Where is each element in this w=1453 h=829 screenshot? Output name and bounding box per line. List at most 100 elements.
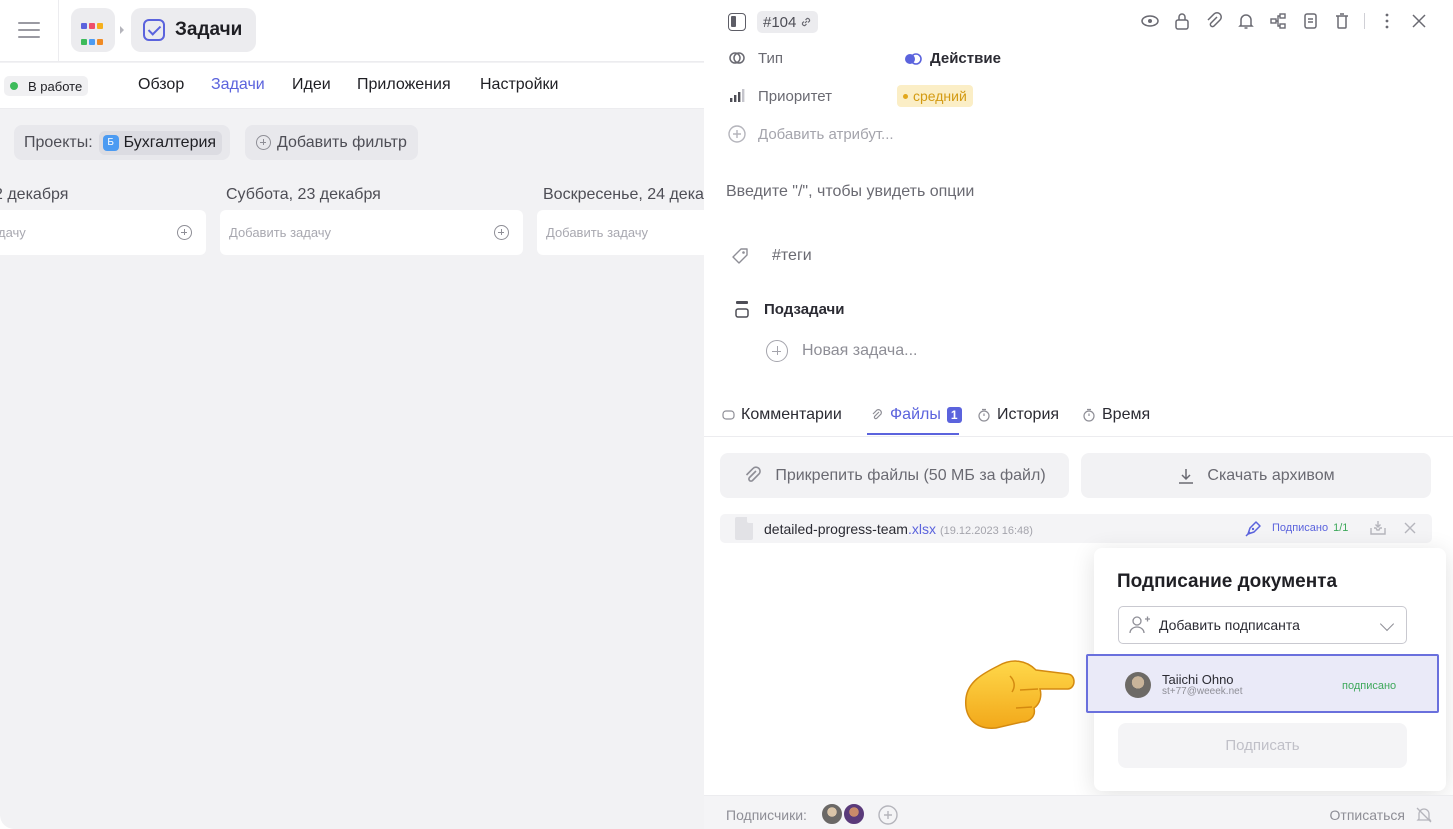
download-icon (1179, 468, 1194, 484)
trash-icon[interactable] (1332, 11, 1352, 31)
tab-label: Время (1102, 406, 1151, 423)
subtasks-title: Подзадачи (764, 300, 845, 318)
close-icon[interactable] (1409, 11, 1429, 31)
signer-email: st+77@weeek.net (1162, 686, 1243, 697)
paperclip-icon (872, 409, 882, 420)
download-archive-button[interactable]: Скачать архивом (1081, 453, 1431, 498)
signing-popover: Подписание документа Добавить подписанта… (1086, 548, 1446, 791)
add-task-placeholder: Добавить задачу (546, 225, 649, 240)
plus-circle-icon (256, 135, 271, 150)
tab-settings[interactable]: Настройки (480, 76, 558, 94)
bell-icon[interactable] (1236, 11, 1256, 31)
tab-files[interactable]: Файлы 1 (870, 402, 962, 428)
type-value[interactable]: Действие (904, 50, 1001, 67)
project-tag[interactable]: Б Бухгалтерия (98, 130, 223, 155)
signer-status: подписано (1342, 680, 1397, 692)
attr-priority[interactable]: Приоритет (728, 87, 832, 105)
description-editor[interactable]: Введите "/", чтобы увидеть опции (726, 183, 974, 201)
type-value-label: Действие (930, 50, 1001, 67)
link-icon (802, 17, 811, 27)
download-tray-icon[interactable] (1368, 518, 1388, 538)
apps-grid-button[interactable] (71, 8, 115, 52)
action-type-icon (905, 52, 922, 65)
tab-label: Комментарии (741, 406, 842, 423)
copy-icon[interactable] (1300, 11, 1320, 31)
plus-circle-icon (728, 125, 746, 143)
tab-comments[interactable]: Комментарии (722, 402, 842, 428)
eye-icon[interactable] (1140, 11, 1160, 31)
add-user-icon (1129, 616, 1150, 634)
sign-button[interactable]: Подписать (1118, 723, 1407, 768)
add-signer-label: Добавить подписанта (1159, 617, 1300, 633)
tab-overview[interactable]: Обзор (138, 76, 184, 94)
avatar (1125, 672, 1151, 698)
signer-name: Taiichi Ohno (1162, 672, 1234, 687)
file-name[interactable]: detailed-progress-team.xlsx (19.12.2023 1… (764, 521, 1033, 537)
tab-tasks[interactable]: Задачи (211, 76, 265, 94)
tab-ideas[interactable]: Идеи (292, 76, 331, 94)
attach-files-label: Прикрепить файлы (50 МБ за файл) (775, 466, 1046, 484)
tab-apps[interactable]: Приложения (357, 76, 451, 94)
popover-title: Подписание документа (1117, 571, 1338, 592)
tab-time[interactable]: Время (1082, 402, 1150, 428)
signal-bars-icon (728, 87, 746, 105)
plus-circle-icon[interactable] (494, 225, 509, 240)
project-badge: Б (102, 134, 119, 151)
subtasks-icon (735, 301, 749, 318)
add-attribute-button[interactable]: Добавить атрибут... (728, 125, 894, 143)
more-vertical-icon[interactable] (1377, 11, 1397, 31)
unsubscribe-button[interactable]: Отписаться (1330, 807, 1405, 823)
task-id-label: #104 (763, 13, 797, 31)
status-badge[interactable]: В работе (4, 76, 89, 96)
lock-icon[interactable] (1172, 11, 1192, 31)
attr-label: Тип (758, 49, 784, 67)
new-subtask-button[interactable]: Новая задача... (766, 340, 917, 362)
attr-type[interactable]: Тип (728, 49, 783, 67)
signature-status[interactable]: Подписано 1/1 (1244, 518, 1348, 538)
add-task-placeholder: дачу (0, 225, 26, 240)
attach-files-button[interactable]: Прикрепить файлы (50 МБ за файл) (720, 453, 1069, 498)
plus-circle-icon[interactable] (177, 225, 192, 240)
signed-fraction: 1/1 (1333, 522, 1349, 534)
paperclip-icon[interactable] (1204, 11, 1224, 31)
day-add-task[interactable]: дачу (0, 210, 206, 255)
subscribers-footer: Подписчики: Отписаться (704, 795, 1453, 829)
task-tabs: Комментарии Файлы 1 История Время (704, 398, 1453, 437)
day-add-task[interactable]: Добавить задачу (220, 210, 523, 255)
signer-item[interactable]: Taiichi Ohno st+77@weeek.net подписано (1086, 654, 1439, 713)
file-basename: detailed-progress-team (764, 521, 908, 537)
tab-label: История (997, 406, 1060, 423)
task-id[interactable]: #104 (757, 11, 819, 33)
menu-icon[interactable] (18, 22, 40, 38)
day-add-task[interactable]: Добавить задачу (537, 210, 704, 255)
file-row[interactable]: detailed-progress-team.xlsx (19.12.2023 1… (720, 514, 1432, 543)
avatar[interactable] (842, 802, 866, 826)
bell-off-icon[interactable] (1415, 806, 1433, 824)
subtasks-section: Подзадачи (734, 299, 844, 319)
breadcrumb-tasks[interactable]: Задачи (131, 8, 257, 52)
avatar[interactable] (820, 802, 844, 826)
sidebar-toggle-icon[interactable] (728, 13, 746, 31)
tags-field[interactable]: #теги (730, 246, 812, 266)
priority-badge[interactable]: средний (897, 85, 973, 107)
active-tab-indicator (867, 433, 959, 435)
hierarchy-icon[interactable] (1268, 11, 1288, 31)
close-icon[interactable] (1402, 520, 1418, 536)
add-filter-button[interactable]: Добавить фильтр (245, 125, 418, 160)
stopwatch-icon (978, 408, 990, 422)
pointing-hand-icon (965, 660, 1075, 729)
status-label: В работе (28, 78, 83, 94)
project-filter[interactable]: Проекты: Б Бухгалтерия (14, 125, 231, 160)
tab-history[interactable]: История (977, 402, 1059, 428)
plus-circle-icon (878, 805, 898, 825)
add-signer-select[interactable]: Добавить подписанта (1118, 606, 1407, 644)
download-archive-label: Скачать архивом (1207, 466, 1335, 484)
signed-label: Подписано (1272, 522, 1329, 534)
file-date: (19.12.2023 16:48) (939, 525, 1033, 537)
project-nav: В работе Обзор Задачи Идеи Приложения На… (0, 63, 704, 109)
add-subscriber-button[interactable] (878, 805, 898, 829)
chevron-down-icon (1379, 616, 1395, 632)
divider (58, 0, 59, 62)
priority-value: средний (913, 88, 967, 104)
day-header: Воскресенье, 24 декабря (543, 186, 704, 203)
